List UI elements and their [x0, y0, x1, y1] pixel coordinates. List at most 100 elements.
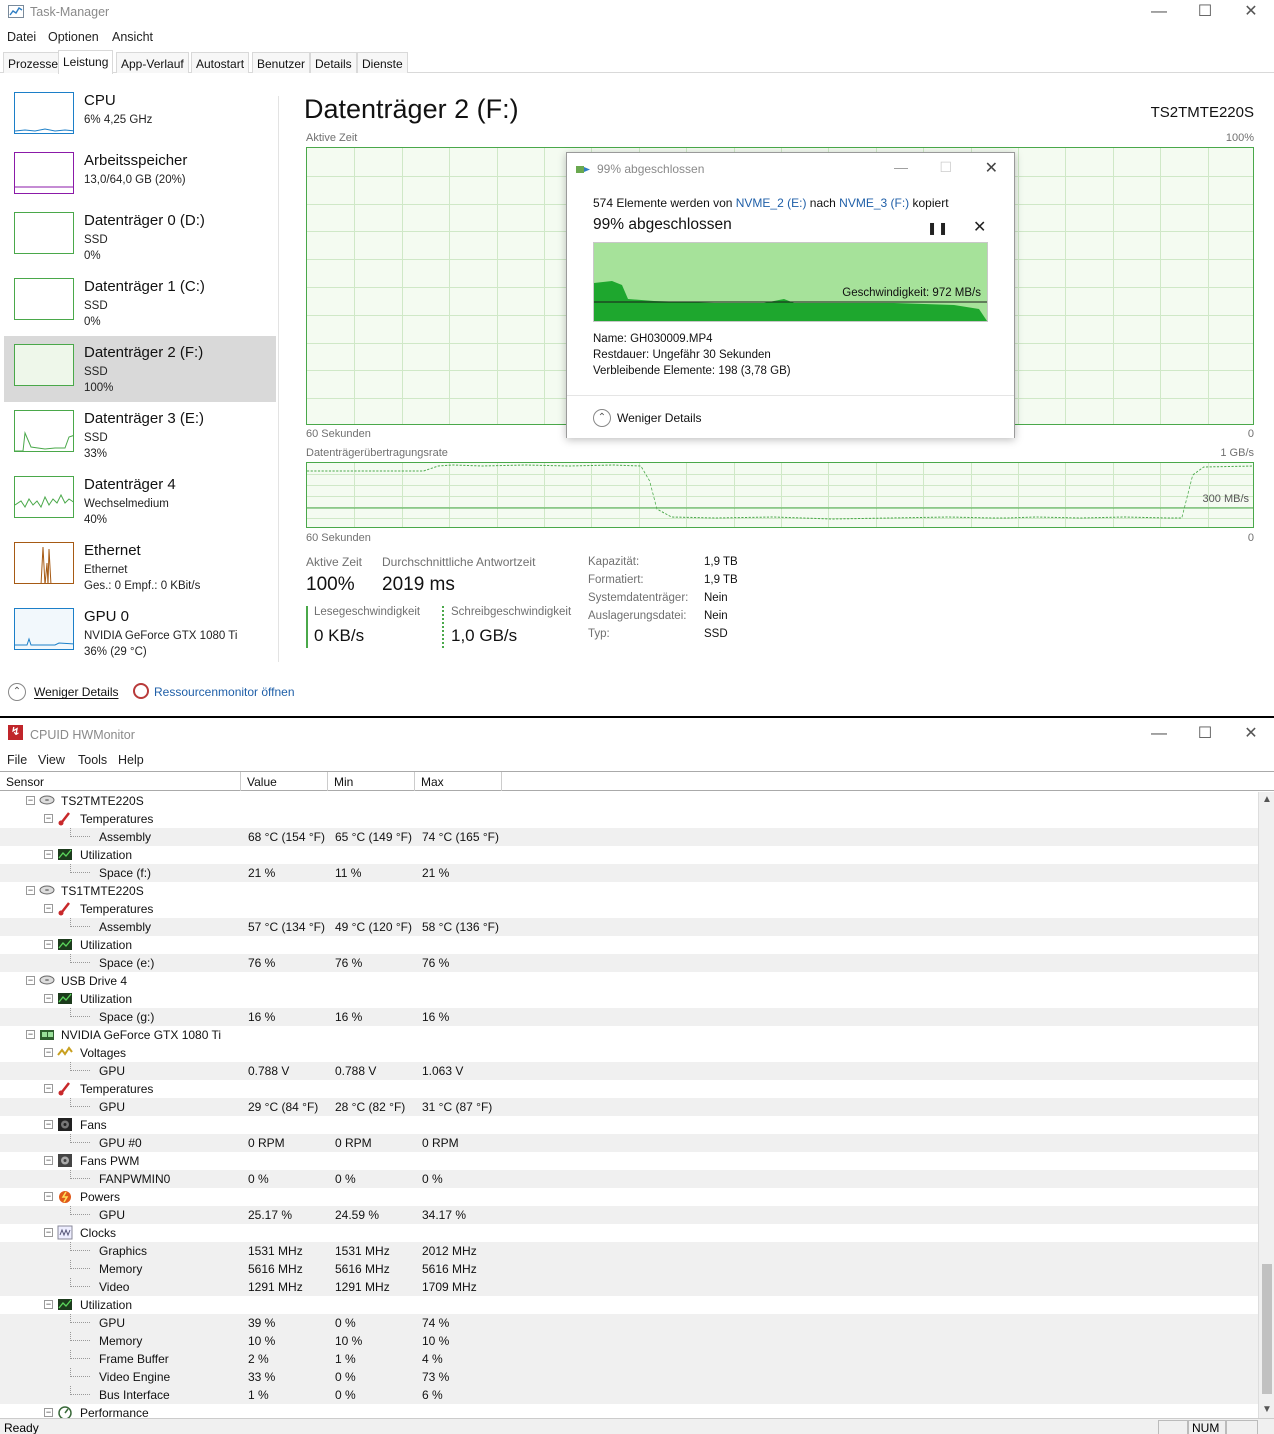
sensor-row[interactable]: Memory 5616 MHz 5616 MHz 5616 MHz: [0, 1260, 1258, 1278]
vertical-scrollbar[interactable]: ▲ ▼: [1258, 792, 1274, 1418]
sidebar-item-datentr-ger-4[interactable]: Datenträger 4 Wechselmedium 40%: [4, 468, 276, 534]
tab-benutzer[interactable]: Benutzer: [252, 52, 311, 73]
sensor-row[interactable]: Assembly 57 °C (134 °F) 49 °C (120 °F) 58 °…: [0, 918, 1258, 936]
sensor-row[interactable]: Space (f:) 21 % 11 % 21 %: [0, 864, 1258, 882]
column-sensor[interactable]: Sensor: [0, 772, 241, 791]
column-value[interactable]: Value: [241, 772, 328, 791]
task-manager-titlebar[interactable]: Task-Manager — ☐ ✕: [0, 0, 1274, 24]
sidebar-item-datentr-ger-3-e[interactable]: Datenträger 3 (E:) SSD 33%: [4, 402, 276, 468]
sensor-group-row[interactable]: − TS2TMTE220S: [0, 792, 1258, 810]
sensor-group-row[interactable]: − Fans PWM: [0, 1152, 1258, 1170]
sensor-group-row[interactable]: − Utilization: [0, 846, 1258, 864]
sensor-group-row[interactable]: − Utilization: [0, 1296, 1258, 1314]
hw-close-button[interactable]: ✕: [1228, 722, 1274, 746]
sensor-group-row[interactable]: − TS1TMTE220S: [0, 882, 1258, 900]
collapse-toggle-icon[interactable]: −: [44, 1120, 53, 1129]
sidebar-item-ethernet[interactable]: Ethernet Ethernet Ges.: 0 Empf.: 0 KBit/s: [4, 534, 276, 600]
collapse-toggle-icon[interactable]: −: [44, 814, 53, 823]
sensor-group-row[interactable]: − USB Drive 4: [0, 972, 1258, 990]
sensor-row[interactable]: Bus Interface 1 % 0 % 6 %: [0, 1386, 1258, 1404]
sensor-group-row[interactable]: − Powers: [0, 1188, 1258, 1206]
sensor-group-row[interactable]: − Fans: [0, 1116, 1258, 1134]
sensor-group-row[interactable]: − NVIDIA GeForce GTX 1080 Ti: [0, 1026, 1258, 1044]
scroll-down-icon[interactable]: ▼: [1262, 1404, 1272, 1415]
menu-view[interactable]: View: [38, 753, 65, 767]
collapse-toggle-icon[interactable]: −: [44, 1084, 53, 1093]
hw-maximize-button[interactable]: ☐: [1182, 722, 1228, 746]
hw-minimize-button[interactable]: —: [1136, 722, 1182, 746]
column-min[interactable]: Min: [328, 772, 415, 791]
collapse-toggle-icon[interactable]: −: [44, 1192, 53, 1201]
sensor-group-row[interactable]: − Performance: [0, 1404, 1258, 1418]
collapse-toggle-icon[interactable]: −: [44, 994, 53, 1003]
sidebar-item-datentr-ger-1-c[interactable]: Datenträger 1 (C:) SSD 0%: [4, 270, 276, 336]
menu-ansicht[interactable]: Ansicht: [112, 30, 153, 44]
sidebar-item-gpu-0[interactable]: GPU 0 NVIDIA GeForce GTX 1080 Ti 36% (29 °…: [4, 600, 276, 666]
column-max[interactable]: Max: [415, 772, 502, 791]
sensor-row[interactable]: Space (g:) 16 % 16 % 16 %: [0, 1008, 1258, 1026]
collapse-toggle-icon[interactable]: −: [44, 940, 53, 949]
sensor-row[interactable]: GPU #0 0 RPM 0 RPM 0 RPM: [0, 1134, 1258, 1152]
sensor-group-row[interactable]: − Temperatures: [0, 810, 1258, 828]
collapse-toggle-icon[interactable]: −: [44, 904, 53, 913]
collapse-toggle-icon[interactable]: −: [26, 1030, 35, 1039]
scroll-up-icon[interactable]: ▲: [1262, 794, 1272, 805]
close-button[interactable]: ✕: [1228, 0, 1274, 24]
source-link[interactable]: NVME_2 (E:): [736, 196, 807, 210]
sensor-group-row[interactable]: − Utilization: [0, 990, 1258, 1008]
sensor-row[interactable]: Space (e:) 76 % 76 % 76 %: [0, 954, 1258, 972]
chevron-up-icon[interactable]: ⌃: [593, 409, 611, 427]
scroll-thumb[interactable]: [1262, 1264, 1272, 1394]
sensor-row[interactable]: GPU 29 °C (84 °F) 28 °C (82 °F) 31 °C (87 °…: [0, 1098, 1258, 1116]
sensor-row[interactable]: GPU 39 % 0 % 74 %: [0, 1314, 1258, 1332]
tab-leistung[interactable]: Leistung: [58, 50, 114, 74]
collapse-toggle-icon[interactable]: −: [44, 850, 53, 859]
resource-monitor-link[interactable]: Ressourcenmonitor öffnen: [154, 685, 295, 699]
menu-file[interactable]: File: [7, 753, 27, 767]
menu-help[interactable]: Help: [118, 753, 144, 767]
menu-tools[interactable]: Tools: [78, 753, 107, 767]
cancel-copy-button[interactable]: ✕: [973, 217, 986, 237]
sensor-row[interactable]: Frame Buffer 2 % 1 % 4 %: [0, 1350, 1258, 1368]
dialog-close-button[interactable]: ✕: [985, 158, 998, 178]
collapse-toggle-icon[interactable]: −: [26, 976, 35, 985]
sensor-row[interactable]: Video 1291 MHz 1291 MHz 1709 MHz: [0, 1278, 1258, 1296]
chevron-up-icon[interactable]: ⌃: [8, 683, 26, 701]
minimize-button[interactable]: —: [1136, 0, 1182, 24]
sensor-group-row[interactable]: − Temperatures: [0, 900, 1258, 918]
tab-autostart[interactable]: Autostart: [191, 52, 250, 73]
sensor-row[interactable]: FANPWMIN0 0 % 0 % 0 %: [0, 1170, 1258, 1188]
maximize-button[interactable]: ☐: [1182, 0, 1228, 24]
menu-optionen[interactable]: Optionen: [48, 30, 99, 44]
sensor-group-row[interactable]: − Clocks: [0, 1224, 1258, 1242]
menu-datei[interactable]: Datei: [7, 30, 36, 44]
dialog-minimize-button[interactable]: —: [894, 159, 908, 175]
sensor-group-row[interactable]: − Utilization: [0, 936, 1258, 954]
sensor-row[interactable]: GPU 25.17 % 24.59 % 34.17 %: [0, 1206, 1258, 1224]
sensor-row[interactable]: Memory 10 % 10 % 10 %: [0, 1332, 1258, 1350]
sidebar-item-datentr-ger-0-d[interactable]: Datenträger 0 (D:) SSD 0%: [4, 204, 276, 270]
tab-details[interactable]: Details: [310, 52, 357, 73]
tab-dienste[interactable]: Dienste: [357, 52, 408, 73]
collapse-toggle-icon[interactable]: −: [26, 796, 35, 805]
collapse-toggle-icon[interactable]: −: [44, 1048, 53, 1057]
collapse-toggle-icon[interactable]: −: [44, 1408, 53, 1417]
pause-button[interactable]: ❚❚: [927, 221, 949, 235]
sensor-row[interactable]: Assembly 68 °C (154 °F) 65 °C (149 °F) 74 °…: [0, 828, 1258, 846]
collapse-toggle-icon[interactable]: −: [26, 886, 35, 895]
destination-link[interactable]: NVME_3 (F:): [839, 196, 909, 210]
sidebar-item-cpu[interactable]: CPU 6% 4,25 GHz: [4, 84, 276, 150]
sensor-row[interactable]: Graphics 1531 MHz 1531 MHz 2012 MHz: [0, 1242, 1258, 1260]
sidebar-item-datentr-ger-2-f[interactable]: Datenträger 2 (F:) SSD 100%: [4, 336, 276, 402]
tab-app-verlauf[interactable]: App-Verlauf: [116, 52, 189, 73]
collapse-toggle-icon[interactable]: −: [44, 1300, 53, 1309]
tab-prozesse[interactable]: Prozesse: [3, 52, 64, 73]
sidebar-item-arbeitsspeicher[interactable]: Arbeitsspeicher 13,0/64,0 GB (20%): [4, 144, 276, 210]
less-details-link[interactable]: Weniger Details: [34, 685, 118, 699]
sensor-group-row[interactable]: − Voltages: [0, 1044, 1258, 1062]
collapse-toggle-icon[interactable]: −: [44, 1228, 53, 1237]
hwmonitor-titlebar[interactable]: ↯ CPUID HWMonitor — ☐ ✕: [0, 722, 1274, 746]
sensor-row[interactable]: GPU 0.788 V 0.788 V 1.063 V: [0, 1062, 1258, 1080]
sensor-row[interactable]: Video Engine 33 % 0 % 73 %: [0, 1368, 1258, 1386]
dialog-less-details[interactable]: Weniger Details: [617, 411, 701, 425]
